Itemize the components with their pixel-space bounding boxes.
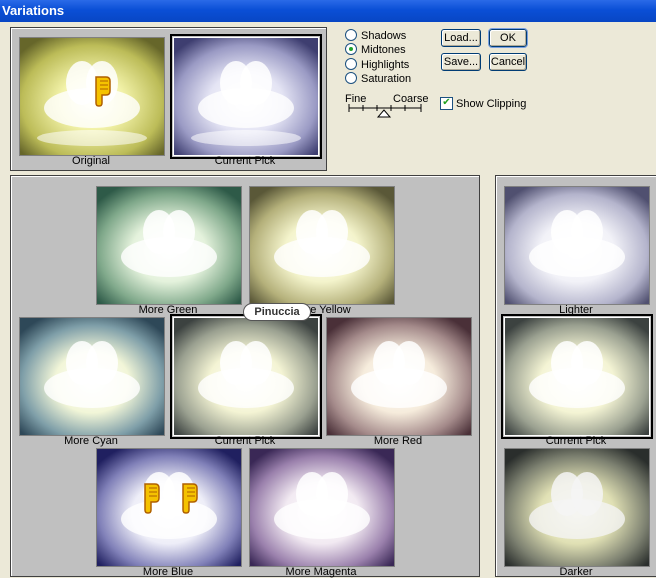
show-clipping-box[interactable]: ✔ <box>440 96 453 110</box>
more-blue-thumbnail[interactable] <box>96 448 242 567</box>
darker-thumbnail[interactable] <box>504 448 650 567</box>
radio-saturation-label: Saturation <box>361 73 412 85</box>
pointing-hand-icon <box>95 76 111 107</box>
more-cyan-thumbnail[interactable] <box>19 317 165 436</box>
radio-shadows[interactable]: Shadows <box>345 29 406 43</box>
original-caption: Original <box>72 155 110 167</box>
more-red-caption: More Red <box>373 435 423 447</box>
radio-shadows-indicator[interactable] <box>345 29 357 42</box>
radio-saturation-indicator[interactable] <box>345 72 357 85</box>
more-yellow-thumbnail[interactable] <box>249 186 395 305</box>
radio-highlights[interactable]: Highlights <box>345 58 409 72</box>
show-clipping-checkbox[interactable]: ✔ Show Clipping <box>440 96 527 111</box>
current-pick-center-thumbnail[interactable] <box>170 314 322 439</box>
pointing-hand-right-icon <box>182 483 198 514</box>
pointing-hand-left-icon <box>144 483 160 514</box>
load-button[interactable]: Load... <box>441 29 481 47</box>
show-clipping-label: Show Clipping <box>456 98 527 110</box>
current-pick-preview-caption: Current Pick <box>214 155 276 167</box>
fine-coarse-slider[interactable] <box>347 102 423 118</box>
darker-caption: Darker <box>559 566 593 578</box>
more-cyan-caption: More Cyan <box>64 435 118 447</box>
lighter-caption: Lighter <box>559 304 593 316</box>
current-pick-brightness-thumbnail[interactable] <box>501 314 653 439</box>
save-button[interactable]: Save... <box>441 53 481 71</box>
more-green-thumbnail[interactable] <box>96 186 242 305</box>
radio-shadows-label: Shadows <box>361 30 407 42</box>
lighter-thumbnail[interactable] <box>504 186 650 305</box>
window-title: Variations <box>2 3 65 18</box>
watermark-badge: Pinuccia <box>243 303 311 321</box>
radio-highlights-label: Highlights <box>361 59 410 71</box>
more-blue-caption: More Blue <box>142 566 194 578</box>
more-red-thumbnail[interactable] <box>326 317 472 436</box>
radio-midtones[interactable]: Midtones <box>345 43 406 57</box>
title-bar: Variations <box>0 0 656 22</box>
radio-midtones-label: Midtones <box>361 44 406 56</box>
radio-midtones-indicator[interactable] <box>345 43 357 56</box>
radio-highlights-indicator[interactable] <box>345 58 357 71</box>
radio-saturation[interactable]: Saturation <box>345 72 411 86</box>
current-pick-brightness-caption: Current Pick <box>545 435 607 447</box>
more-green-caption: More Green <box>138 304 198 316</box>
slider-thumb <box>376 109 392 118</box>
more-magenta-thumbnail[interactable] <box>249 448 395 567</box>
more-magenta-caption: More Magenta <box>285 566 357 578</box>
cancel-button[interactable]: Cancel <box>489 53 527 71</box>
current-pick-center-caption: Current Pick <box>214 435 276 447</box>
current-pick-preview <box>170 34 322 159</box>
ok-button[interactable]: OK <box>488 28 528 48</box>
